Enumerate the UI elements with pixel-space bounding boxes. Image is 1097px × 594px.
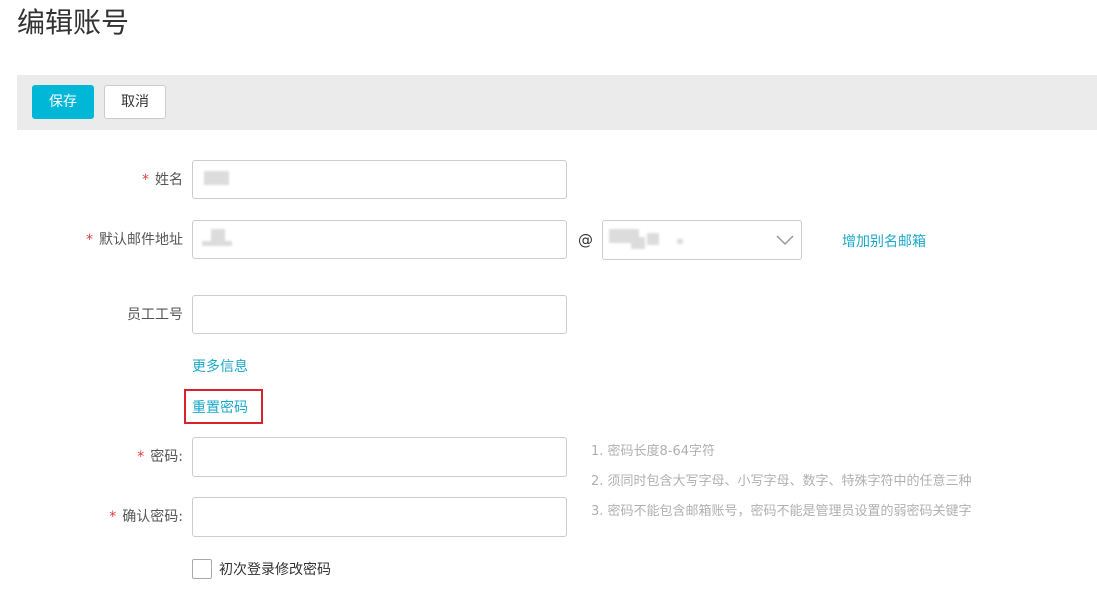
redacted-value <box>677 239 683 244</box>
chevron-down-icon <box>776 235 794 246</box>
first-login-change-label: 初次登录修改密码 <box>219 562 331 578</box>
confirm-password-label-text: 确认密码: <box>122 509 183 525</box>
name-label-text: 姓名 <box>155 172 183 188</box>
password-hint: 2. 须同时包含大写字母、小写字母、数字、特殊字符中的任意三种 <box>591 474 972 489</box>
email-local-input[interactable] <box>192 220 567 259</box>
more-info-link[interactable]: 更多信息 <box>192 357 248 377</box>
add-alias-email-link[interactable]: 增加别名邮箱 <box>842 232 926 252</box>
name-label: * 姓名 <box>142 170 183 190</box>
password-hint: 3. 密码不能包含邮箱账号，密码不能是管理员设置的弱密码关键字 <box>591 504 972 519</box>
name-input[interactable] <box>192 160 567 199</box>
password-label: * 密码: <box>137 447 183 467</box>
redacted-value <box>204 171 229 185</box>
confirm-password-input[interactable] <box>192 497 567 537</box>
save-button[interactable]: 保存 <box>32 85 94 119</box>
toolbar: 保存 取消 <box>17 75 1097 130</box>
page-title: 编辑账号 <box>17 6 130 39</box>
required-mark: * <box>86 232 93 248</box>
employee-id-label: 员工工号 <box>127 307 183 323</box>
first-login-change-checkbox[interactable] <box>192 559 212 579</box>
required-mark: * <box>137 449 145 465</box>
password-input[interactable] <box>192 437 567 477</box>
email-label: * 默认邮件地址 <box>86 230 183 250</box>
required-mark: * <box>142 172 149 188</box>
email-label-text: 默认邮件地址 <box>99 232 183 248</box>
at-sign: @ <box>578 231 593 249</box>
password-hint: 1. 密码长度8-64字符 <box>591 444 716 459</box>
redacted-value <box>202 241 232 246</box>
redacted-value <box>631 237 645 249</box>
password-label-text: 密码: <box>150 449 183 465</box>
cancel-button[interactable]: 取消 <box>104 85 166 119</box>
employee-id-input[interactable] <box>192 295 567 334</box>
reset-password-link[interactable]: 重置密码 <box>192 398 248 418</box>
confirm-password-label: * 确认密码: <box>109 507 183 527</box>
email-domain-select[interactable] <box>602 220 802 260</box>
required-mark: * <box>109 509 117 525</box>
redacted-value <box>647 233 659 245</box>
